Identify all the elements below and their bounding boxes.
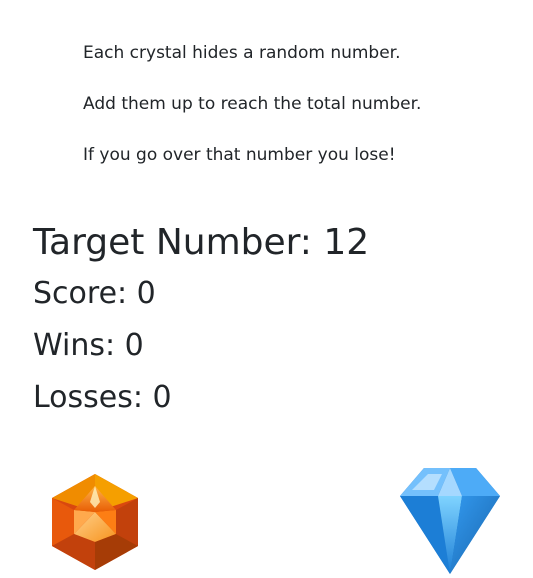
blue-crystal-icon[interactable] <box>398 464 502 576</box>
orange-crystal-icon[interactable] <box>48 472 142 572</box>
instruction-line-3: If you go over that number you lose! <box>83 145 396 165</box>
crystal-row <box>0 460 533 578</box>
instruction-line-2: Add them up to reach the total number. <box>83 94 422 114</box>
target-number: Target Number: 12 <box>33 222 370 263</box>
instruction-line-1: Each crystal hides a random number. <box>83 43 401 63</box>
wins: Wins: 0 <box>33 328 144 363</box>
losses: Losses: 0 <box>33 380 172 415</box>
score: Score: 0 <box>33 276 156 311</box>
instructions: Each crystal hides a random number. Add … <box>83 40 421 193</box>
stats-panel: Target Number: 12 Score: 0 Wins: 0 Losse… <box>33 218 369 424</box>
